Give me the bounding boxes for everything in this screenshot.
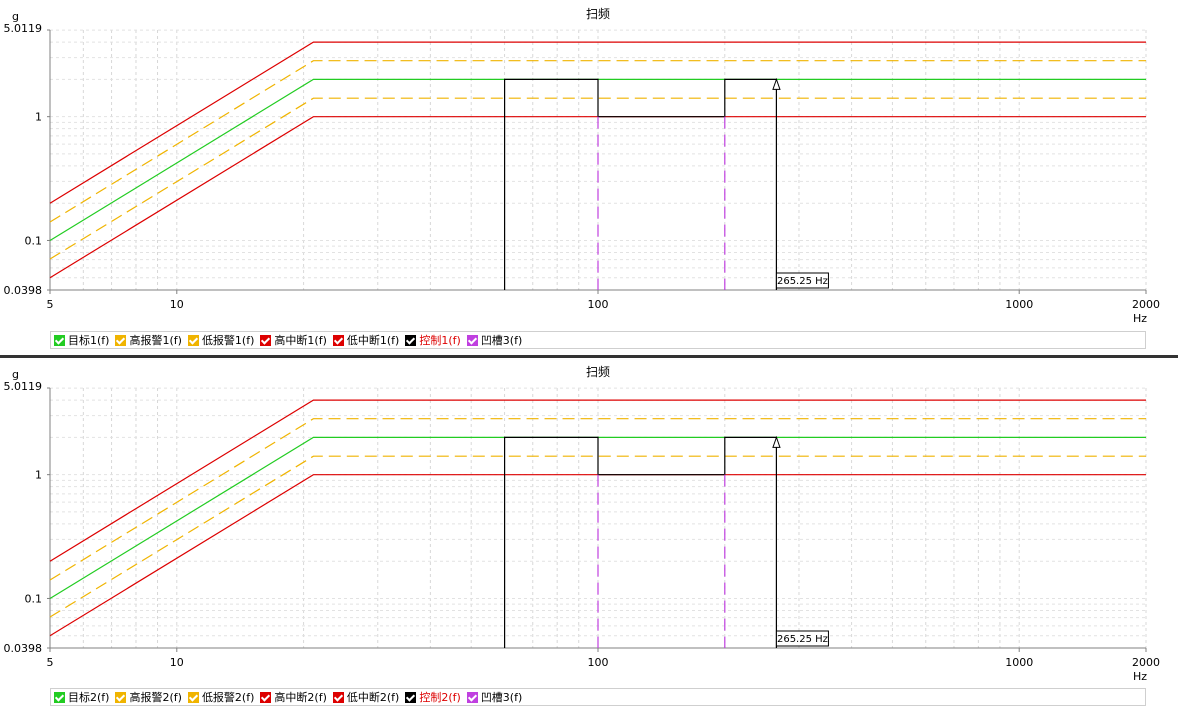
legend-checkbox[interactable]: [466, 691, 478, 703]
cursor-label: 265.25 Hz: [777, 634, 828, 645]
legend-item[interactable]: 低报警1(f): [187, 332, 255, 348]
chart-title: 扫频: [586, 7, 610, 21]
legend-item[interactable]: 控制1(f): [405, 332, 461, 348]
y-tick-label: 5.0119: [4, 380, 43, 393]
legend-label: 控制2(f): [419, 691, 461, 704]
legend-label: 目标1(f): [68, 334, 110, 347]
y-tick-label: 0.0398: [4, 284, 43, 297]
legend-checkbox[interactable]: [260, 691, 272, 703]
legend-checkbox[interactable]: [332, 691, 344, 703]
y-tick-label: 1: [35, 469, 42, 482]
y-tick-label: 1: [35, 111, 42, 124]
chart-panel-1: 扫频 g Hz 5.0119 1 0.1 0.0398 5 10 100 1000 2000 265.2…: [0, 0, 1178, 355]
legend-item[interactable]: 低中断1(f): [332, 332, 400, 348]
legend-label: 凹槽3(f): [480, 334, 523, 347]
x-tick-label: 2000: [1132, 656, 1160, 669]
legend-item[interactable]: 控制2(f): [405, 689, 461, 705]
y-tick-label: 0.1: [25, 592, 43, 605]
x-axis-unit: Hz: [1133, 312, 1147, 325]
legend-item[interactable]: 目标2(f): [54, 689, 109, 705]
legend-item[interactable]: 高报警2(f): [115, 689, 182, 705]
x-tick-label: 1000: [1005, 656, 1033, 669]
x-tick-label: 1000: [1005, 298, 1033, 311]
x-tick-label: 2000: [1132, 298, 1160, 311]
legend-label: 高报警1(f): [129, 334, 182, 347]
chart-panel-2: 扫频 g Hz 5.0119 1 0.1 0.0398 5 10 100 1000 2000 265.2…: [0, 358, 1178, 715]
legend-item[interactable]: 低报警2(f): [187, 689, 255, 705]
legend-checkbox[interactable]: [187, 691, 199, 703]
y-tick-label: 0.1: [25, 234, 43, 247]
x-tick-label: 5: [47, 656, 54, 669]
y-tick-label: 5.0119: [4, 22, 43, 35]
legend-item[interactable]: 高中断2(f): [260, 689, 327, 705]
cursor-arrow: [772, 77, 781, 90]
legend-checkbox[interactable]: [115, 334, 127, 346]
legend-label: 低中断2(f): [346, 691, 400, 704]
legend-item[interactable]: 凹槽3(f): [466, 689, 523, 705]
cursor-label: 265.25 Hz: [777, 276, 828, 287]
chart-plot-1[interactable]: 扫频gHz5.011910.10.03985 10 100 1000 2000265.2…: [0, 0, 1178, 330]
legend-label: 高中断1(f): [274, 334, 327, 347]
x-tick-label: 5: [47, 298, 54, 311]
legend-checkbox[interactable]: [54, 691, 65, 703]
chart-legend-2: 目标2(f) 高报警2(f) 低报警2(f) 高中断2(f) 低中断2(f) 控制2(f)…: [50, 688, 1146, 706]
legend-item[interactable]: 高中断1(f): [260, 332, 327, 348]
legend-checkbox[interactable]: [405, 334, 417, 346]
x-tick-label: 100: [588, 656, 609, 669]
legend-checkbox[interactable]: [332, 334, 344, 346]
legend-label: 低报警2(f): [201, 691, 255, 704]
legend-label: 高中断2(f): [274, 691, 327, 704]
legend-checkbox[interactable]: [54, 334, 65, 346]
chart-title: 扫频: [586, 365, 610, 379]
legend-checkbox[interactable]: [115, 691, 127, 703]
legend-item[interactable]: 低中断2(f): [332, 689, 400, 705]
x-axis-unit: Hz: [1133, 670, 1147, 683]
legend-label: 低中断1(f): [346, 334, 400, 347]
cursor-arrow: [772, 435, 781, 448]
legend-label: 高报警2(f): [129, 691, 182, 704]
legend-label: 低报警1(f): [201, 334, 255, 347]
x-tick-label: 10: [170, 298, 184, 311]
legend-checkbox[interactable]: [405, 691, 417, 703]
x-tick-label: 10: [170, 656, 184, 669]
legend-checkbox[interactable]: [466, 334, 478, 346]
x-tick-label: 100: [588, 298, 609, 311]
chart-plot-2[interactable]: 扫频gHz5.011910.10.03985 10 100 1000 2000265.2…: [0, 358, 1178, 688]
chart-legend-1: 目标1(f) 高报警1(f) 低报警1(f) 高中断1(f) 低中断1(f) 控制1(f)…: [50, 331, 1146, 349]
legend-item[interactable]: 凹槽3(f): [466, 332, 523, 348]
legend-label: 控制1(f): [419, 334, 461, 347]
legend-item[interactable]: 高报警1(f): [115, 332, 182, 348]
legend-checkbox[interactable]: [187, 334, 199, 346]
legend-checkbox[interactable]: [260, 334, 272, 346]
series-line-5: [504, 78, 778, 290]
legend-item[interactable]: 目标1(f): [54, 332, 109, 348]
legend-label: 目标2(f): [68, 691, 110, 704]
legend-label: 凹槽3(f): [480, 691, 523, 704]
series-line-5: [504, 436, 778, 648]
y-tick-label: 0.0398: [4, 642, 43, 655]
